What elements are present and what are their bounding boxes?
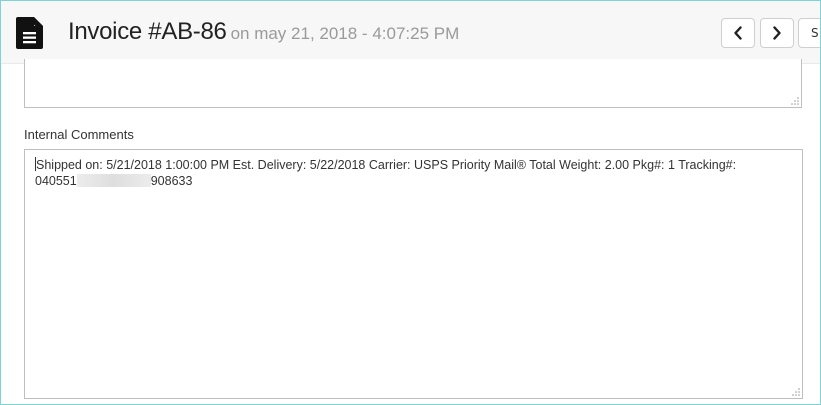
- internal-comments-text: Shipped on: 5/21/2018 1:00:00 PM Est. De…: [35, 157, 795, 189]
- invoice-window: Invoice #AB-86 on may 21, 2018 - 4:07:25 …: [0, 0, 821, 405]
- internal-comments-label: Internal Comments: [24, 127, 134, 142]
- previous-button[interactable]: [721, 18, 755, 48]
- chevron-left-icon: [734, 26, 742, 40]
- redacted-block: [76, 174, 151, 187]
- chevron-right-icon: [773, 26, 781, 40]
- page-header: Invoice #AB-86 on may 21, 2018 - 4:07:25 …: [1, 1, 820, 64]
- title-block: Invoice #AB-86 on may 21, 2018 - 4:07:25 …: [68, 18, 459, 46]
- document-icon: [16, 17, 43, 49]
- resize-grip-icon[interactable]: [791, 97, 799, 105]
- resize-grip-icon[interactable]: [792, 388, 800, 396]
- internal-comments-textarea[interactable]: Shipped on: 5/21/2018 1:00:00 PM Est. De…: [24, 149, 803, 399]
- page-subtitle: on may 21, 2018 - 4:07:25 PM: [230, 24, 460, 43]
- previous-textarea[interactable]: [24, 59, 802, 108]
- comments-text-part2: 908633: [150, 174, 193, 188]
- truncated-action-button[interactable]: S: [798, 18, 820, 48]
- page-title: Invoice #AB-86: [68, 18, 227, 45]
- next-button[interactable]: [760, 18, 794, 48]
